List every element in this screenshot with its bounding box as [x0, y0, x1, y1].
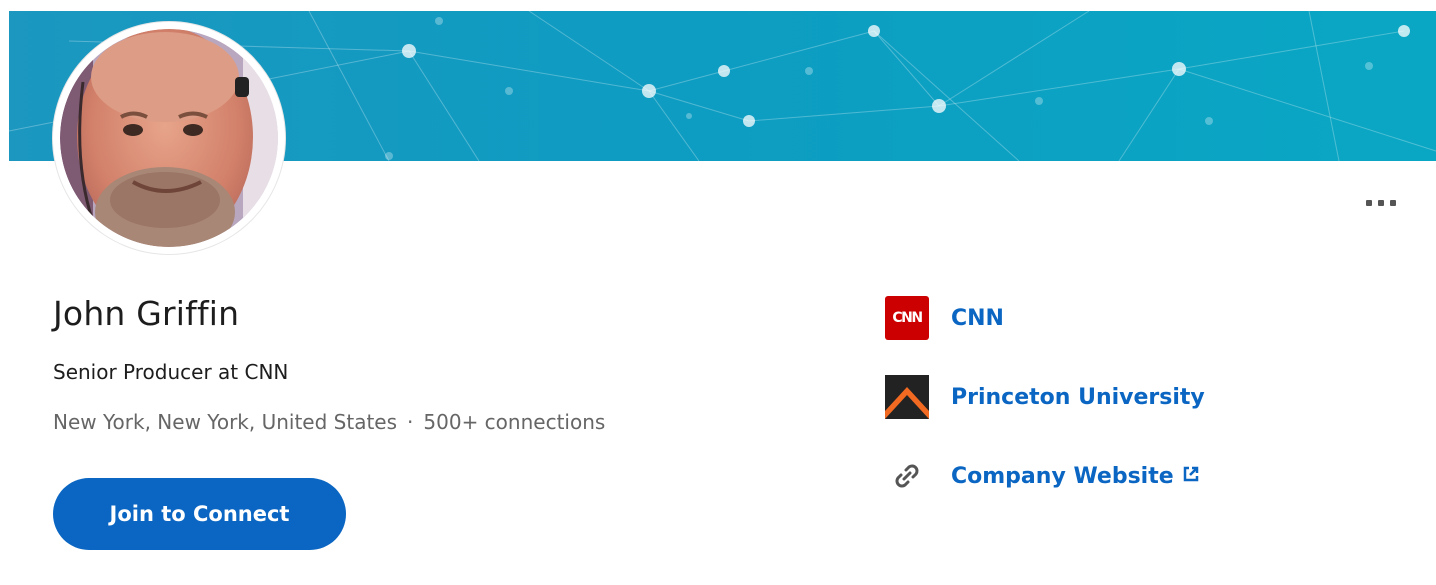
- profile-links: CNN CNN Princeton University Company Web…: [885, 296, 1205, 533]
- profile-location: New York, New York, United States: [53, 410, 398, 434]
- website-link-label[interactable]: Company Website: [951, 464, 1174, 489]
- profile-photo: [54, 23, 284, 253]
- profile-headline: Senior Producer at CNN: [53, 360, 289, 384]
- website-link[interactable]: Company Website: [885, 454, 1205, 498]
- company-link[interactable]: CNN CNN: [885, 296, 1205, 340]
- cnn-logo-text: CNN: [885, 296, 929, 340]
- company-link-label[interactable]: CNN: [951, 306, 1004, 331]
- link-icon: [885, 454, 929, 498]
- profile-connections: 500+ connections: [423, 410, 606, 434]
- profile-name: John Griffin: [53, 294, 240, 333]
- cnn-logo-icon: CNN: [885, 296, 929, 340]
- external-link-icon: [1182, 465, 1200, 488]
- education-link-label[interactable]: Princeton University: [951, 385, 1205, 410]
- more-options-button[interactable]: [1355, 186, 1407, 220]
- join-to-connect-button[interactable]: Join to Connect: [53, 478, 346, 550]
- profile-meta: New York, New York, United States · 500+ c…: [53, 410, 605, 434]
- more-horizontal-icon: [1366, 200, 1372, 206]
- meta-separator: ·: [407, 410, 414, 434]
- profile-card: John Griffin Senior Producer at CNN New …: [0, 0, 1436, 585]
- princeton-logo-icon: [885, 375, 929, 419]
- profile-avatar: [53, 22, 285, 254]
- education-link[interactable]: Princeton University: [885, 375, 1205, 419]
